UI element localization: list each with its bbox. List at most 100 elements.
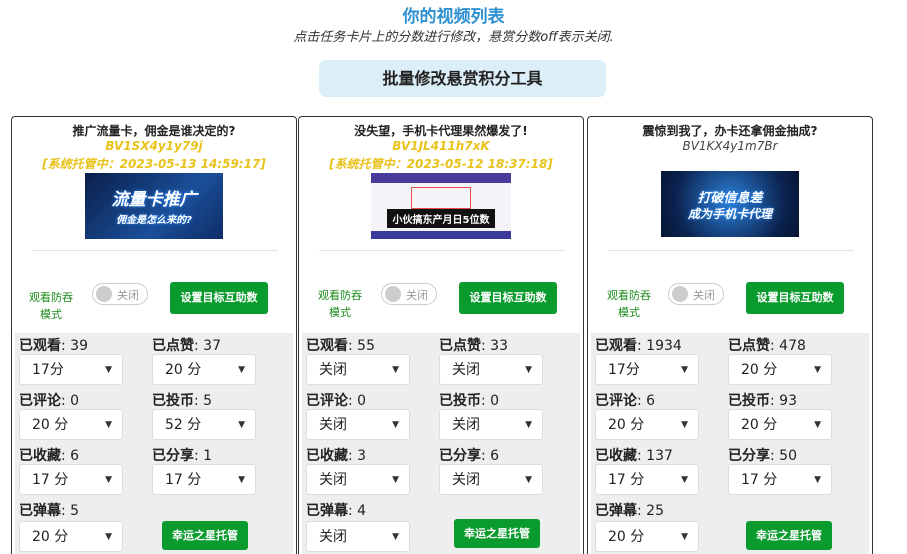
stats-panel: 已观看: 1934 已点赞: 478 17分 ▼ 20 分 ▼ 已评论: 6 已投币… <box>591 333 869 554</box>
share-count: 已分享: 50 <box>728 448 797 464</box>
chevron-down-icon: ▼ <box>105 475 112 485</box>
fav-score-select[interactable]: 17 分 ▼ <box>595 464 699 495</box>
video-card-1: 推广流量卡，佣金是谁决定的? BV1SX4y1y79j [系统托管中：2023-… <box>11 116 297 554</box>
share-score-select[interactable]: 17 分 ▼ <box>728 464 832 495</box>
card-bvid[interactable]: BV1KX4y1m7Br <box>588 139 872 153</box>
card-status: [系统托管中：2023-05-12 18:37:18] <box>329 157 553 171</box>
like-score-select[interactable]: 20 分 ▼ <box>728 354 832 385</box>
set-target-button[interactable]: 设置目标互助数 <box>459 282 557 314</box>
like-score-select[interactable]: 20 分 ▼ <box>152 354 256 385</box>
page-subtitle: 点击任务卡片上的分数进行修改，悬赏分数off表示关闭. <box>293 30 614 45</box>
chevron-down-icon: ▼ <box>681 365 688 375</box>
anti-swallow-toggle[interactable]: 关闭 <box>92 283 148 305</box>
fav-score-select[interactable]: 17 分 ▼ <box>19 464 123 495</box>
cover-caption: 小伙搞东产月日5位数 <box>387 209 495 228</box>
danmu-count: 已弹幕: 4 <box>306 503 367 519</box>
lucky-star-button[interactable]: 幸运之星托管 <box>162 521 248 550</box>
comment-count: 已评论: 6 <box>595 393 656 409</box>
chevron-down-icon: ▼ <box>525 420 532 430</box>
anti-swallow-label: 观看防吞 模式 <box>607 289 651 319</box>
coin-count: 已投币: 0 <box>439 393 500 409</box>
video-card-2: 没失望，手机卡代理果然爆发了! BV1JL411h7xK [系统托管中：2023… <box>298 116 584 554</box>
batch-edit-tool-button[interactable]: 批量修改悬赏积分工具 <box>319 60 606 97</box>
danmu-score-select[interactable]: 20 分 ▼ <box>595 521 699 552</box>
card-title: 震惊到我了，办卡还拿佣金抽成? <box>642 124 818 138</box>
chevron-down-icon: ▼ <box>392 532 399 542</box>
share-count: 已分享: 6 <box>439 448 500 464</box>
comment-count: 已评论: 0 <box>19 393 80 409</box>
like-count: 已点赞: 33 <box>439 338 508 354</box>
danmu-count: 已弹幕: 25 <box>595 503 664 519</box>
lucky-star-button[interactable]: 幸运之星托管 <box>746 521 832 550</box>
cover-caption-2: 佣金是怎么来的? <box>116 215 192 226</box>
fav-count: 已收藏: 6 <box>19 448 80 464</box>
chevron-down-icon: ▼ <box>105 365 112 375</box>
chevron-down-icon: ▼ <box>392 475 399 485</box>
like-count: 已点赞: 37 <box>152 338 221 354</box>
chevron-down-icon: ▼ <box>105 420 112 430</box>
cover-caption: 流量卡推广 <box>111 190 197 210</box>
divider <box>32 250 278 251</box>
view-score-select[interactable]: 关闭 ▼ <box>306 354 410 385</box>
chevron-down-icon: ▼ <box>814 475 821 485</box>
share-score-select[interactable]: 17 分 ▼ <box>152 464 256 495</box>
view-count: 已观看: 55 <box>306 338 375 354</box>
like-score-select[interactable]: 关闭 ▼ <box>439 354 543 385</box>
fav-count: 已收藏: 137 <box>595 448 673 464</box>
comment-count: 已评论: 0 <box>306 393 367 409</box>
card-bvid[interactable]: BV1SX4y1y79j <box>12 139 296 153</box>
comment-score-select[interactable]: 20 分 ▼ <box>595 409 699 440</box>
toggle-knob <box>96 286 112 302</box>
view-score-select[interactable]: 17分 ▼ <box>19 354 123 385</box>
chevron-down-icon: ▼ <box>238 475 245 485</box>
card-title: 没失望，手机卡代理果然爆发了! <box>354 124 528 138</box>
danmu-score-select[interactable]: 关闭 ▼ <box>306 521 410 552</box>
danmu-count: 已弹幕: 5 <box>19 503 80 519</box>
card-bvid[interactable]: BV1JL411h7xK <box>299 139 583 153</box>
lucky-star-button[interactable]: 幸运之星托管 <box>454 519 540 548</box>
danmu-score-select[interactable]: 20 分 ▼ <box>19 521 123 552</box>
view-count: 已观看: 1934 <box>595 338 682 354</box>
chevron-down-icon: ▼ <box>105 532 112 542</box>
chevron-down-icon: ▼ <box>525 475 532 485</box>
set-target-button[interactable]: 设置目标互助数 <box>170 282 268 314</box>
toggle-label: 关闭 <box>693 289 715 302</box>
video-cover-image[interactable]: 打破信息差 成为手机卡代理 <box>661 171 799 237</box>
video-cover-image[interactable]: 流量卡推广 佣金是怎么来的? <box>85 173 223 239</box>
chevron-down-icon: ▼ <box>814 365 821 375</box>
set-target-button[interactable]: 设置目标互助数 <box>746 282 844 314</box>
card-title: 推广流量卡，佣金是谁决定的? <box>72 124 236 138</box>
coin-count: 已投币: 5 <box>152 393 213 409</box>
chevron-down-icon: ▼ <box>814 420 821 430</box>
like-count: 已点赞: 478 <box>728 338 806 354</box>
coin-score-select[interactable]: 关闭 ▼ <box>439 409 543 440</box>
view-score-select[interactable]: 17分 ▼ <box>595 354 699 385</box>
share-score-select[interactable]: 关闭 ▼ <box>439 464 543 495</box>
toggle-knob <box>672 286 688 302</box>
comment-score-select[interactable]: 关闭 ▼ <box>306 409 410 440</box>
anti-swallow-toggle[interactable]: 关闭 <box>381 283 437 305</box>
anti-swallow-toggle[interactable]: 关闭 <box>668 283 724 305</box>
comment-score-select[interactable]: 20 分 ▼ <box>19 409 123 440</box>
card-status: [系统托管中：2023-05-13 14:59:17] <box>42 157 266 171</box>
stats-panel: 已观看: 55 已点赞: 33 关闭 ▼ 关闭 ▼ 已评论: 0 已投币: 0 关闭… <box>302 333 580 554</box>
video-cover-image[interactable]: 小伙搞东产月日5位数 <box>371 173 511 239</box>
chevron-down-icon: ▼ <box>238 365 245 375</box>
page-title: 你的视频列表 <box>402 7 505 27</box>
divider <box>319 250 565 251</box>
share-count: 已分享: 1 <box>152 448 213 464</box>
stats-panel: 已观看: 39 已点赞: 37 17分 ▼ 20 分 ▼ 已评论: 0 已投币: 5… <box>15 333 293 554</box>
toggle-label: 关闭 <box>117 289 139 302</box>
toggle-knob <box>385 286 401 302</box>
cover-caption: 打破信息差 <box>697 191 763 206</box>
anti-swallow-label: 观看防吞 模式 <box>318 289 362 319</box>
coin-score-select[interactable]: 52 分 ▼ <box>152 409 256 440</box>
coin-score-select[interactable]: 20 分 ▼ <box>728 409 832 440</box>
anti-swallow-label: 观看防吞 模式 <box>29 291 73 321</box>
chevron-down-icon: ▼ <box>681 420 688 430</box>
chevron-down-icon: ▼ <box>392 365 399 375</box>
fav-score-select[interactable]: 关闭 ▼ <box>306 464 410 495</box>
chevron-down-icon: ▼ <box>681 475 688 485</box>
fav-count: 已收藏: 3 <box>306 448 367 464</box>
chevron-down-icon: ▼ <box>681 532 688 542</box>
